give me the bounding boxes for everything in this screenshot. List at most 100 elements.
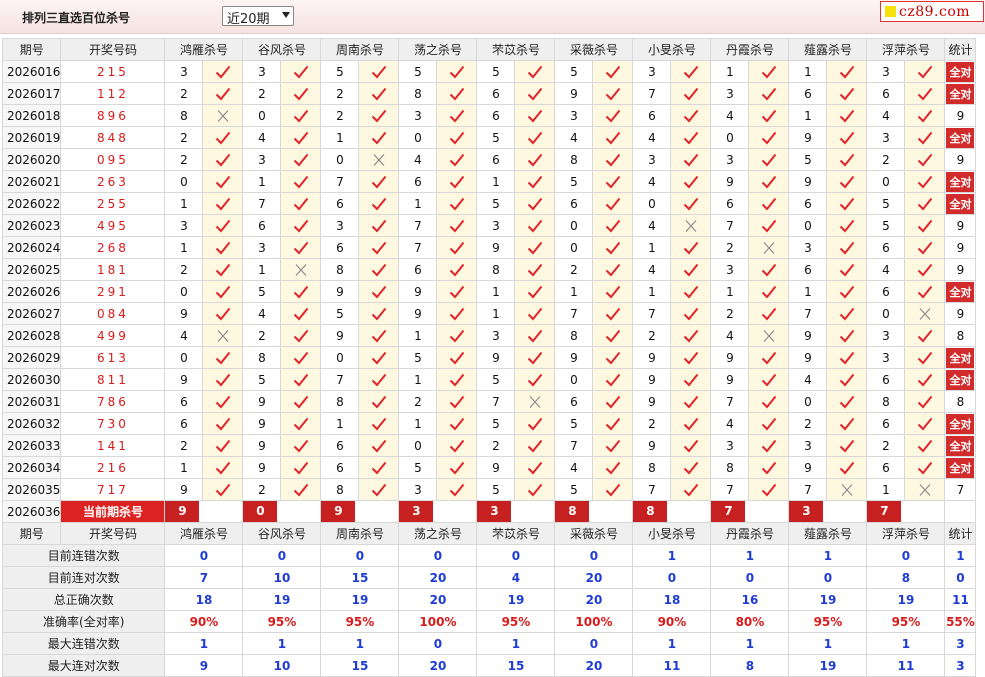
kill-number-cell: 6 xyxy=(242,214,282,237)
kill-number-cell: 0 xyxy=(554,214,594,237)
check-icon xyxy=(592,148,634,171)
stats-value: 1 xyxy=(710,632,790,655)
check-icon xyxy=(670,324,712,347)
kill-number-cell: 6 xyxy=(866,82,906,105)
check-icon xyxy=(436,104,478,127)
all-correct-badge: 全对 xyxy=(946,347,975,368)
stat-cell: 全对 xyxy=(944,346,977,369)
kill-number-cell: 4 xyxy=(632,258,672,281)
kill-number-cell: 7 xyxy=(554,434,594,457)
kill-number-cell: 6 xyxy=(398,170,438,193)
kill-number-cell: 1 xyxy=(242,258,282,281)
kill-number-cell: 0 xyxy=(164,280,204,303)
kill-number-cell: 6 xyxy=(476,104,516,127)
check-icon xyxy=(592,456,634,479)
cross-icon xyxy=(202,104,244,127)
draw-number-cell: 717 xyxy=(60,478,166,501)
check-icon xyxy=(202,258,244,281)
period-range-select[interactable]: 近20期 xyxy=(222,6,294,27)
kill-number-cell: 1 xyxy=(476,170,516,193)
kill-number-cell: 4 xyxy=(788,368,828,391)
kill-number-cell: 7 xyxy=(476,390,516,413)
kill-number-cell: 3 xyxy=(632,148,672,171)
table-row: 2026024 268 1 3 6 7 9 0 1 2 3 6 9 xyxy=(1,236,977,259)
stats-label: 最大连对次数 xyxy=(1,654,166,677)
period-cell: 2026023 xyxy=(1,214,62,237)
check-icon xyxy=(826,214,868,237)
kill-number-cell: 9 xyxy=(710,346,750,369)
current-kill-value: 3 xyxy=(789,501,824,522)
stats-value: 95% xyxy=(866,610,946,633)
cross-icon xyxy=(514,390,556,413)
check-icon xyxy=(592,478,634,501)
check-icon xyxy=(202,412,244,435)
kill-number-cell: 5 xyxy=(398,456,438,479)
check-icon xyxy=(436,192,478,215)
check-icon xyxy=(358,412,400,435)
kill-number-cell: 0 xyxy=(242,104,282,127)
kill-number-cell: 2 xyxy=(710,302,750,325)
kill-number-cell: 5 xyxy=(554,412,594,435)
stats-value: 4 xyxy=(476,566,556,589)
check-icon xyxy=(280,434,322,457)
stat-cell: 全对 xyxy=(944,82,977,105)
table-row: 2026023 495 3 6 3 7 3 0 4 7 0 5 9 xyxy=(1,214,977,237)
all-correct-badge: 全对 xyxy=(946,127,975,148)
current-kill-value: 8 xyxy=(633,501,668,522)
kill-number-cell: 1 xyxy=(788,60,828,83)
kill-number-cell: 6 xyxy=(554,390,594,413)
kill-number-cell: 9 xyxy=(320,280,360,303)
stats-value: 1 xyxy=(320,632,400,655)
period-cell: 2026030 xyxy=(1,368,62,391)
check-icon xyxy=(592,412,634,435)
col-header-expert: 谷风杀号 xyxy=(242,522,322,545)
stats-value: 15 xyxy=(476,654,556,677)
period-cell: 2026026 xyxy=(1,280,62,303)
col-header-expert: 周南杀号 xyxy=(320,38,400,61)
check-icon xyxy=(826,258,868,281)
stats-label: 目前连错次数 xyxy=(1,544,166,567)
kill-number-cell: 3 xyxy=(710,434,750,457)
all-correct-badge: 全对 xyxy=(946,193,975,214)
current-kill-label: 当前期杀号 xyxy=(60,500,166,523)
kill-number-cell: 2 xyxy=(632,324,672,347)
table-row: 2026019 848 2 4 1 0 5 4 4 0 9 3 全对 xyxy=(1,126,977,149)
check-icon xyxy=(358,214,400,237)
kill-number-cell: 6 xyxy=(866,368,906,391)
current-kill-value: 0 xyxy=(243,501,278,522)
kill-number-cell: 7 xyxy=(320,368,360,391)
check-icon xyxy=(514,192,556,215)
kill-number-cell: 0 xyxy=(554,236,594,259)
check-icon xyxy=(436,302,478,325)
check-icon xyxy=(514,60,556,83)
kill-number-cell: 0 xyxy=(398,434,438,457)
kill-number-cell: 7 xyxy=(710,478,750,501)
stat-cell: 全对 xyxy=(944,126,977,149)
check-icon xyxy=(202,60,244,83)
kill-number-cell: 8 xyxy=(554,148,594,171)
kill-number-cell: 0 xyxy=(710,126,750,149)
check-icon xyxy=(670,170,712,193)
kill-number-cell: 4 xyxy=(710,412,750,435)
check-icon xyxy=(436,434,478,457)
stat-cell: 全对 xyxy=(944,412,977,435)
current-kill-value: 8 xyxy=(555,501,590,522)
stats-row: 最大连错次数 1 1 1 0 1 0 1 1 1 1 3 xyxy=(1,632,977,655)
stats-value: 8 xyxy=(710,654,790,677)
kill-number-cell: 9 xyxy=(242,390,282,413)
check-icon xyxy=(436,412,478,435)
kill-number-cell: 3 xyxy=(632,60,672,83)
col-header-stat: 统计 xyxy=(944,522,977,545)
stats-value: 1 xyxy=(476,632,556,655)
check-icon xyxy=(280,390,322,413)
table-row: 2026017 112 2 2 2 8 6 9 7 3 6 6 全对 xyxy=(1,82,977,105)
check-icon xyxy=(670,258,712,281)
check-icon xyxy=(358,390,400,413)
kill-number-cell: 9 xyxy=(554,346,594,369)
kill-number-cell: 0 xyxy=(398,126,438,149)
kill-number-cell: 3 xyxy=(320,214,360,237)
site-logo[interactable]: cz89.com xyxy=(880,1,984,22)
check-icon xyxy=(670,104,712,127)
stats-value: 1 xyxy=(164,632,244,655)
check-icon xyxy=(358,192,400,215)
